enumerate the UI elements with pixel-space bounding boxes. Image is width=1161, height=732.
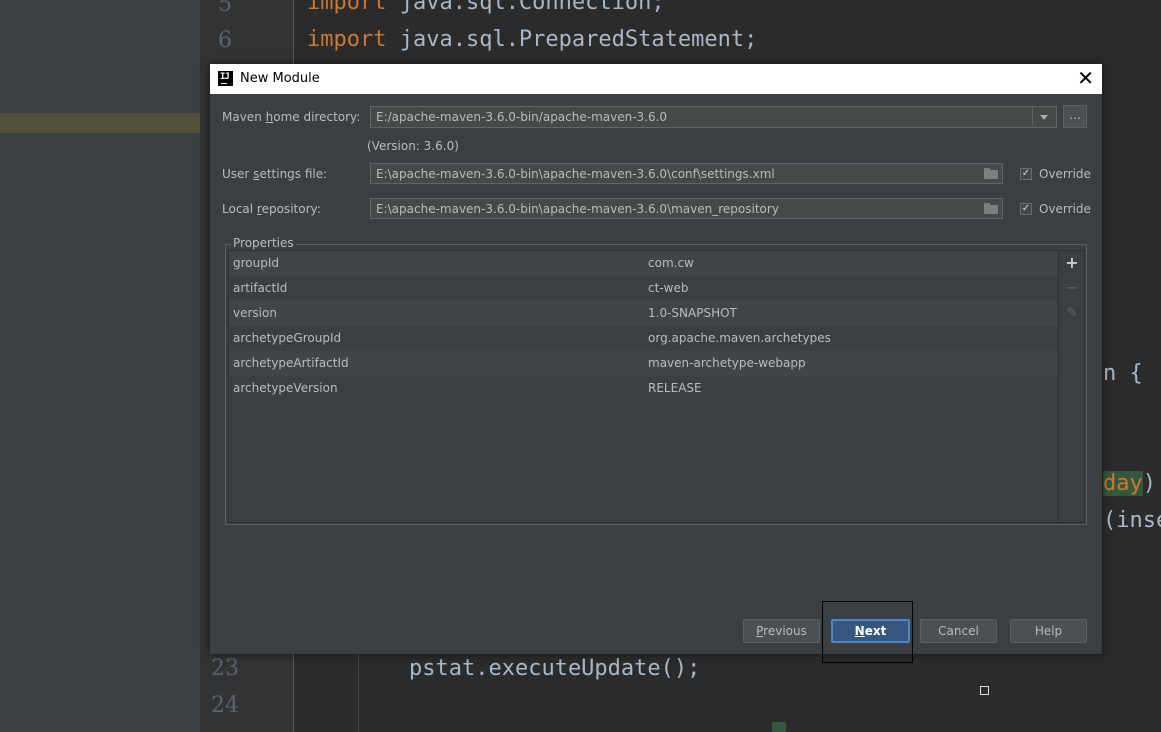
table-row[interactable]: archetypeVersion RELEASE [229,376,1058,401]
property-key: archetypeVersion [233,381,338,395]
table-row[interactable]: groupId com.cw [229,251,1058,276]
local-repo-field[interactable]: E:\apache-maven-3.6.0-bin\apache-maven-3… [370,198,1003,219]
intellij-icon: IJ [218,71,233,86]
remove-icon[interactable]: − [1059,278,1085,298]
line-number: 5 [218,0,232,17]
selected-tree-row[interactable] [0,113,200,133]
code-line-5[interactable]: import java.sql.Connection; [307,0,665,15]
mouse-cursor [980,686,989,695]
code-fragment: day) [1103,471,1156,496]
annotation-highlight [822,601,913,663]
line-number: 23 [211,656,239,681]
user-settings-field[interactable]: E:\apache-maven-3.6.0-bin\apache-maven-3… [370,163,1003,184]
user-settings-label: User settings file: [222,167,328,181]
edit-icon[interactable]: ✎ [1059,303,1085,323]
override-repo-checkbox[interactable]: ✓ [1020,203,1032,215]
property-value: com.cw [648,256,694,270]
property-value: maven-archetype-webapp [648,356,806,370]
table-row[interactable]: artifactId ct-web [229,276,1058,301]
property-value: org.apache.maven.archetypes [648,331,831,345]
property-key: artifactId [233,281,288,295]
code-fragment: (inse [1103,508,1161,533]
line-number: 6 [218,28,232,53]
dialog-titlebar: IJ New Module ✕ [210,64,1102,94]
table-row[interactable]: version 1.0-SNAPSHOT [229,301,1058,326]
properties-table: groupId com.cw artifactId ct-web version 1.… [228,250,1059,523]
maven-version-text: (Version: 3.6.0) [367,139,459,153]
properties-title: Properties [231,236,296,250]
browse-maven-home-button[interactable]: ... [1063,105,1087,128]
local-repo-value: E:\apache-maven-3.6.0-bin\apache-maven-3… [376,202,779,216]
cancel-button[interactable]: Cancel [920,619,997,643]
code-line-23[interactable]: pstat.executeUpdate(); [409,656,700,681]
code-fragment: n { [1103,361,1143,386]
code-text: ) [1142,471,1156,496]
local-repo-label: Local repository: [222,202,321,216]
maven-home-value: E:/apache-maven-3.6.0-bin/apache-maven-3… [376,110,668,124]
code-line-6[interactable]: import java.sql.PreparedStatement; [307,27,757,52]
property-key: groupId [233,256,280,270]
table-row[interactable]: archetypeGroupId org.apache.maven.archety… [229,326,1058,351]
previous-button[interactable]: Previous [743,619,820,643]
maven-home-combo[interactable]: E:/apache-maven-3.6.0-bin/apache-maven-3… [370,106,1057,128]
dialog-title: New Module [240,71,320,86]
override-settings-label: Override [1039,167,1091,181]
maven-home-label: Maven home directory: [222,110,361,124]
chevron-down-icon[interactable] [1032,107,1056,126]
properties-toolbar: + − ✎ [1059,250,1085,523]
override-repo-label: Override [1039,202,1091,216]
property-value: 1.0-SNAPSHOT [648,306,737,320]
table-row[interactable]: archetypeArtifactId maven-archetype-webap… [229,351,1058,376]
override-settings-checkbox[interactable]: ✓ [1020,168,1032,180]
indent-guide [358,650,359,732]
match-highlight [772,722,786,732]
code-text: java.sql.Connection; [386,0,665,15]
property-key: version [233,306,277,320]
property-value: ct-web [648,281,689,295]
property-value: RELEASE [648,381,702,395]
keyword: import [307,27,387,52]
folder-icon[interactable] [984,203,998,214]
keyword: import [307,0,387,15]
property-key: archetypeGroupId [233,331,342,345]
line-number: 24 [211,693,239,718]
highlighted-word: day [1103,471,1143,496]
help-button[interactable]: Help [1010,619,1087,643]
user-settings-value: E:\apache-maven-3.6.0-bin\apache-maven-3… [376,167,775,181]
add-icon[interactable]: + [1059,253,1085,273]
new-module-dialog: IJ New Module ✕ Maven home directory: E:… [210,64,1102,654]
code-text: java.sql.PreparedStatement; [386,27,758,52]
folder-icon[interactable] [984,168,998,179]
project-panel [0,0,200,732]
close-icon[interactable]: ✕ [1077,67,1094,89]
property-key: archetypeArtifactId [233,356,349,370]
